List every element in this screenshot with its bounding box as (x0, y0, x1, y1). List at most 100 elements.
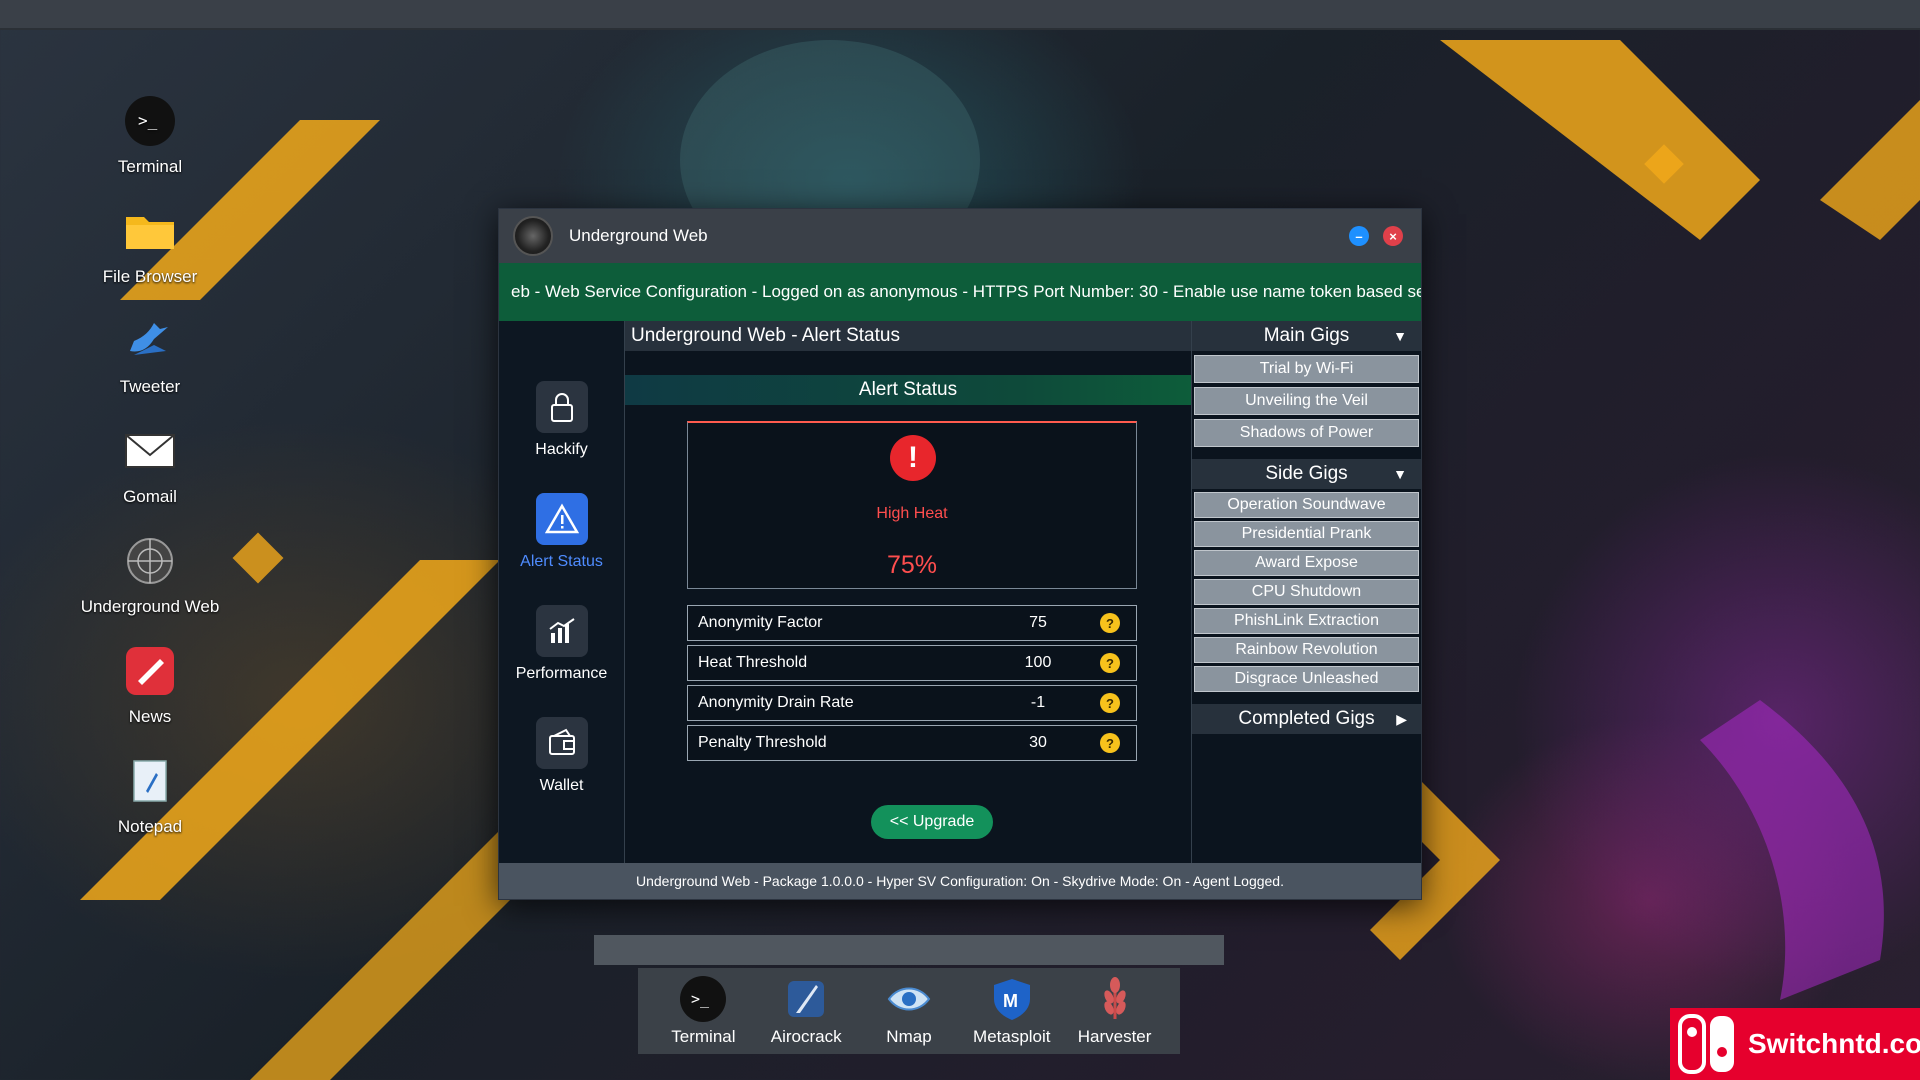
desktop-icon-label: Notepad (117, 817, 183, 836)
news-icon (124, 645, 176, 697)
sidebar: Hackify Alert Status Performance Wallet (499, 321, 625, 863)
top-bar (0, 0, 1920, 30)
desktop-icons: >_ Terminal File Browser Tweeter Gomail … (60, 95, 240, 865)
sidebar-item-label: Wallet (539, 777, 584, 794)
dock-label: Harvester (1077, 1027, 1152, 1046)
stat-row-anonymity-drain-rate: Anonymity Drain Rate -1 ? (687, 685, 1137, 721)
desktop-file-browser[interactable]: File Browser (60, 205, 240, 315)
side-gig-item[interactable]: Presidential Prank (1194, 521, 1419, 547)
help-icon[interactable]: ? (1100, 693, 1120, 713)
main-gig-item[interactable]: Unveiling the Veil (1194, 387, 1419, 415)
status-bar: Underground Web - Package 1.0.0.0 - Hype… (499, 863, 1421, 899)
upgrade-button[interactable]: << Upgrade (871, 805, 993, 839)
dock: >_ Terminal Airocrack Nmap M Metasploit … (638, 968, 1180, 1054)
watermark-text: Switchntd.com (1748, 1028, 1920, 1059)
main-gig-item[interactable]: Shadows of Power (1194, 419, 1419, 447)
dock-label: Airocrack (770, 1027, 842, 1046)
desktop-tweeter[interactable]: Tweeter (60, 315, 240, 425)
close-button[interactable]: × (1383, 226, 1403, 246)
dock-airocrack[interactable]: Airocrack (758, 975, 854, 1047)
dock-label: Terminal (671, 1027, 736, 1046)
alert-value: 75% (886, 551, 938, 579)
desktop-icon-label: Underground Web (80, 597, 220, 616)
sidebar-item-label: Alert Status (520, 553, 603, 570)
wallet-icon (535, 717, 588, 769)
sidebar-item-alert-status[interactable]: Alert Status (499, 493, 624, 605)
folder-icon (124, 205, 176, 257)
desktop-gomail[interactable]: Gomail (60, 425, 240, 535)
sidebar-item-performance[interactable]: Performance (499, 605, 624, 717)
stat-value: -1 (1030, 694, 1046, 711)
eye-icon (885, 975, 933, 1023)
svg-text:M: M (1003, 991, 1018, 1011)
sidebar-item-hackify[interactable]: Hackify (499, 381, 624, 493)
content-title: Underground Web - Alert Status (625, 321, 1191, 351)
alert-label: High Heat (876, 505, 948, 522)
main-gig-item[interactable]: Trial by Wi-Fi (1194, 355, 1419, 383)
window-titlebar[interactable]: Underground Web – × (499, 209, 1421, 263)
stat-label: Anonymity Drain Rate (698, 694, 854, 711)
desktop-underground-web[interactable]: Underground Web (60, 535, 240, 645)
side-gig-item[interactable]: Award Expose (1194, 550, 1419, 576)
sidebar-item-wallet[interactable]: Wallet (499, 717, 624, 829)
notepad-icon (124, 755, 176, 807)
dock-label: Nmap (886, 1027, 932, 1046)
stat-label: Penalty Threshold (698, 734, 827, 751)
help-icon[interactable]: ? (1100, 613, 1120, 633)
section-title: Alert Status (625, 375, 1191, 405)
side-gig-item[interactable]: CPU Shutdown (1194, 579, 1419, 605)
mail-icon (124, 425, 176, 477)
chevron-right-icon: ▶ (1396, 710, 1407, 727)
dock-label: Metasploit (973, 1027, 1051, 1046)
dock-harvester[interactable]: Harvester (1067, 975, 1163, 1047)
completed-gigs-header[interactable]: Completed Gigs ▶ (1192, 704, 1421, 734)
svg-text:>_: >_ (138, 111, 158, 130)
sidebar-item-label: Hackify (535, 441, 588, 458)
terminal-icon: >_ (124, 95, 176, 147)
main-gigs-header[interactable]: Main Gigs ▼ (1192, 321, 1421, 351)
desktop-news[interactable]: News (60, 645, 240, 755)
dock-shelf (594, 935, 1224, 965)
gigs-panel: Main Gigs ▼ Trial by Wi-Fi Unveiling the… (1191, 321, 1421, 863)
globe-icon (124, 535, 176, 587)
stat-value: 30 (1029, 734, 1047, 751)
terminal-icon: >_ (679, 975, 727, 1023)
desktop-icon-label: Terminal (117, 157, 183, 176)
lock-icon (535, 381, 588, 433)
svg-text:>_: >_ (691, 990, 710, 1008)
chevron-down-icon: ▼ (1393, 466, 1407, 482)
desktop-icon-label: News (128, 707, 172, 726)
stat-label: Heat Threshold (698, 654, 808, 671)
desktop-icon-label: File Browser (102, 267, 198, 286)
dock-terminal[interactable]: >_ Terminal (655, 975, 751, 1047)
side-gig-item[interactable]: Rainbow Revolution (1194, 637, 1419, 663)
dock-nmap[interactable]: Nmap (861, 975, 957, 1047)
desktop-icon-label: Gomail (123, 487, 177, 506)
completed-gigs-title: Completed Gigs (1238, 708, 1375, 729)
side-gig-item[interactable]: Disgrace Unleashed (1194, 666, 1419, 692)
dock-metasploit[interactable]: M Metasploit (964, 975, 1060, 1047)
side-gigs-title: Side Gigs (1265, 463, 1348, 484)
side-gig-item[interactable]: PhishLink Extraction (1194, 608, 1419, 634)
stat-value: 100 (1024, 654, 1052, 671)
window-title: Underground Web (569, 226, 708, 245)
sidebar-item-label: Performance (515, 665, 608, 682)
shield-icon: M (988, 975, 1036, 1023)
side-gig-item[interactable]: Operation Soundwave (1194, 492, 1419, 518)
stat-row-anonymity-factor: Anonymity Factor 75 ? (687, 605, 1137, 641)
minimize-button[interactable]: – (1349, 226, 1369, 246)
warning-icon (535, 493, 588, 545)
desktop-terminal[interactable]: >_ Terminal (60, 95, 240, 205)
desktop-icon-label: Tweeter (119, 377, 181, 396)
desktop-notepad[interactable]: Notepad (60, 755, 240, 865)
side-gigs-header[interactable]: Side Gigs ▼ (1192, 459, 1421, 489)
alert-content: Underground Web - Alert Status Alert Sta… (625, 321, 1191, 863)
help-icon[interactable]: ? (1100, 733, 1120, 753)
stat-row-heat-threshold: Heat Threshold 100 ? (687, 645, 1137, 681)
app-logo-icon (513, 216, 553, 256)
feather-icon (782, 975, 830, 1023)
help-icon[interactable]: ? (1100, 653, 1120, 673)
watermark: Switchntd.com (1670, 1008, 1920, 1080)
chevron-down-icon: ▼ (1393, 328, 1407, 344)
underground-web-window: Underground Web – × eb - Web Service Con… (498, 208, 1422, 900)
